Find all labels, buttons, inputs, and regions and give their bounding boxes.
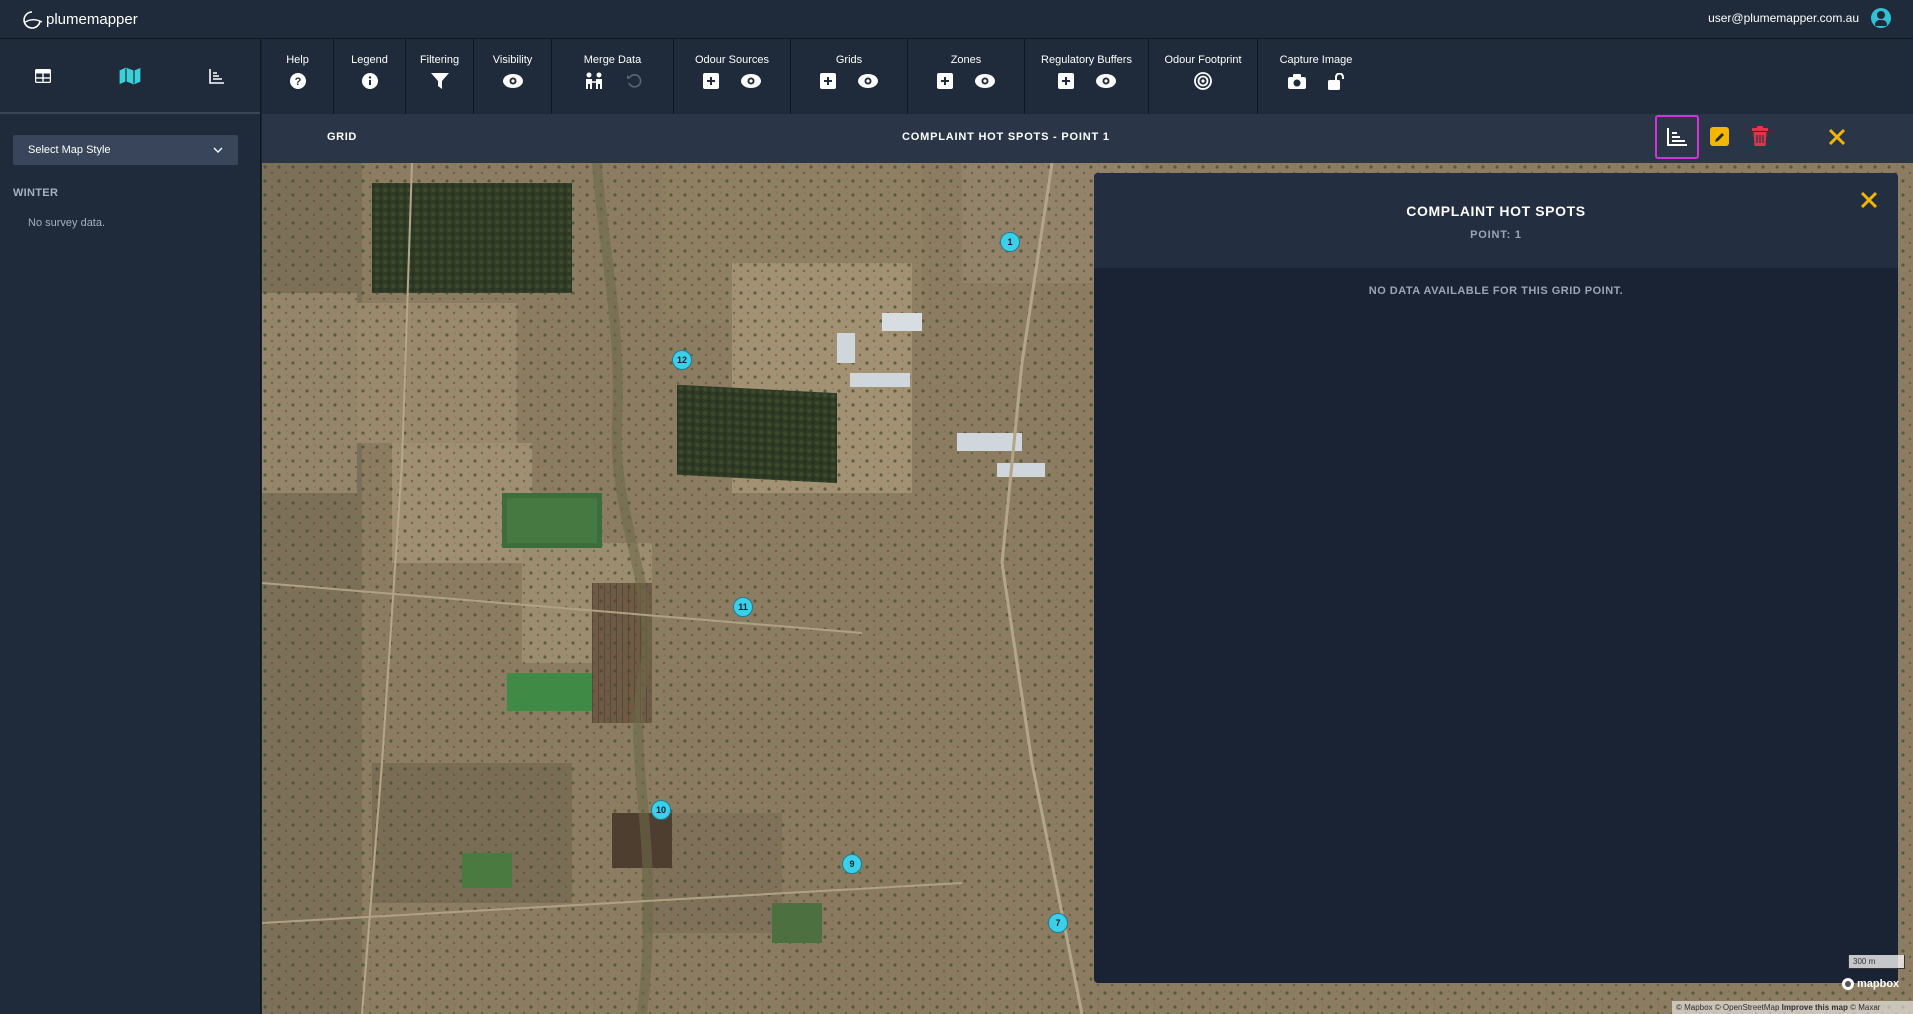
unlock-icon[interactable] [1328,72,1344,90]
tool-filtering[interactable]: Filtering [406,39,474,114]
grid-point-marker[interactable]: 12 [672,350,692,370]
map-attribution: © Mapbox © OpenStreetMap Improve this ma… [1672,1001,1913,1014]
chevron-down-icon [213,147,223,153]
sidebar: Select Map Style WINTER No survey data. [0,39,261,1014]
tab-map[interactable] [87,39,174,112]
eye-icon[interactable] [502,74,523,88]
logo-icon [23,11,43,29]
add-icon[interactable] [1057,73,1074,89]
season-heading: WINTER [13,187,59,199]
add-icon[interactable] [820,73,836,89]
map-style-label: Select Map Style [28,144,111,156]
table-icon [35,68,52,83]
top-bar: plumemapper user@plumemapper.com.au [0,0,1913,39]
pencil-icon [1714,132,1724,142]
tool-filtering-label: Filtering [419,54,460,66]
tool-legend[interactable]: Legend [334,39,406,114]
eye-icon[interactable] [741,74,761,88]
grid-point-marker[interactable]: 7 [1048,913,1068,933]
undo-icon[interactable] [626,73,642,89]
tool-visibility-label: Visibility [492,54,533,66]
close-icon[interactable] [1828,128,1846,146]
tab-table[interactable] [0,39,87,112]
no-survey-text: No survey data. [28,217,106,229]
tool-help-label: Help [286,54,309,66]
chart-view-button[interactable] [1655,115,1699,159]
tool-zones-label: Zones [950,54,982,66]
tool-merge-data[interactable]: Merge Data [552,39,674,114]
grid-point-panel: COMPLAINT HOT SPOTS POINT: 1 NO DATA AVA… [1094,173,1898,983]
tool-odour-sources[interactable]: Odour Sources [674,39,791,114]
add-icon[interactable] [703,73,719,89]
tool-visibility[interactable]: Visibility [474,39,552,114]
eye-icon[interactable] [975,74,995,88]
tab-chart[interactable] [173,39,260,112]
grid-point-marker[interactable]: 1 [1000,232,1020,252]
trash-icon[interactable] [1752,126,1768,146]
tool-odour-sources-label: Odour Sources [695,54,769,66]
grid-subbar: GRID COMPLAINT HOT SPOTS - POINT 1 [262,114,1913,163]
map-icon [119,66,141,85]
improve-map-link[interactable]: Improve this map [1782,1003,1848,1012]
edit-button[interactable] [1710,127,1729,146]
app-logo[interactable]: plumemapper [20,9,138,29]
grid-point-title: COMPLAINT HOT SPOTS - POINT 1 [902,131,1110,143]
target-icon[interactable] [1194,72,1212,90]
toolbar: Help ? Legend Filtering Visibility Merge… [262,39,1913,114]
tool-capture-image[interactable]: Capture Image [1258,39,1374,114]
tool-help[interactable]: Help ? [262,39,334,114]
help-icon[interactable]: ? [289,73,306,89]
attribution-text[interactable]: © Mapbox © OpenStreetMap [1676,1003,1779,1012]
tool-legend-label: Legend [351,54,388,66]
info-icon[interactable] [361,73,378,89]
grid-label: GRID [327,131,357,143]
tool-merge-label: Merge Data [583,54,642,66]
close-icon[interactable] [1860,191,1878,209]
svg-text:?: ? [294,76,301,88]
sidebar-tabs [0,39,260,114]
mapbox-logo-text: mapbox [1857,978,1900,990]
add-icon[interactable] [937,73,953,89]
camera-icon[interactable] [1288,73,1306,89]
tool-buffers-label: Regulatory Buffers [1041,54,1132,66]
panel-header: COMPLAINT HOT SPOTS POINT: 1 [1094,173,1898,268]
chart-icon [1667,128,1687,146]
user-email[interactable]: user@plumemapper.com.au [1708,11,1859,25]
grid-point-marker[interactable]: 9 [842,854,862,874]
eye-icon[interactable] [1095,74,1116,88]
tool-regulatory-buffers[interactable]: Regulatory Buffers [1025,39,1149,114]
no-data-message: NO DATA AVAILABLE FOR THIS GRID POINT. [1368,285,1624,297]
merge-users-icon[interactable] [584,72,604,90]
tool-grids-label: Grids [835,54,863,66]
tool-zones[interactable]: Zones [908,39,1025,114]
mapbox-icon [1842,978,1854,990]
grid-point-marker[interactable]: 11 [733,597,753,617]
chart-icon [208,68,224,84]
map-style-select[interactable]: Select Map Style [13,135,238,165]
tool-capture-label: Capture Image [1279,54,1353,66]
map-scale-bar: 300 m [1848,955,1905,969]
grid-point-marker[interactable]: 10 [651,800,671,820]
tool-footprint-label: Odour Footprint [1164,54,1242,66]
eye-icon[interactable] [858,74,878,88]
logo-text: plumemapper [46,10,138,28]
mapbox-logo[interactable]: mapbox [1842,978,1899,990]
panel-title: COMPLAINT HOT SPOTS [1406,203,1586,219]
user-avatar-icon[interactable] [1871,8,1891,28]
maxar-attribution[interactable]: © Maxar [1850,1003,1880,1012]
tool-odour-footprint[interactable]: Odour Footprint [1149,39,1258,114]
tool-grids[interactable]: Grids [791,39,908,114]
filter-icon[interactable] [430,73,449,89]
panel-subtitle: POINT: 1 [1470,229,1522,241]
